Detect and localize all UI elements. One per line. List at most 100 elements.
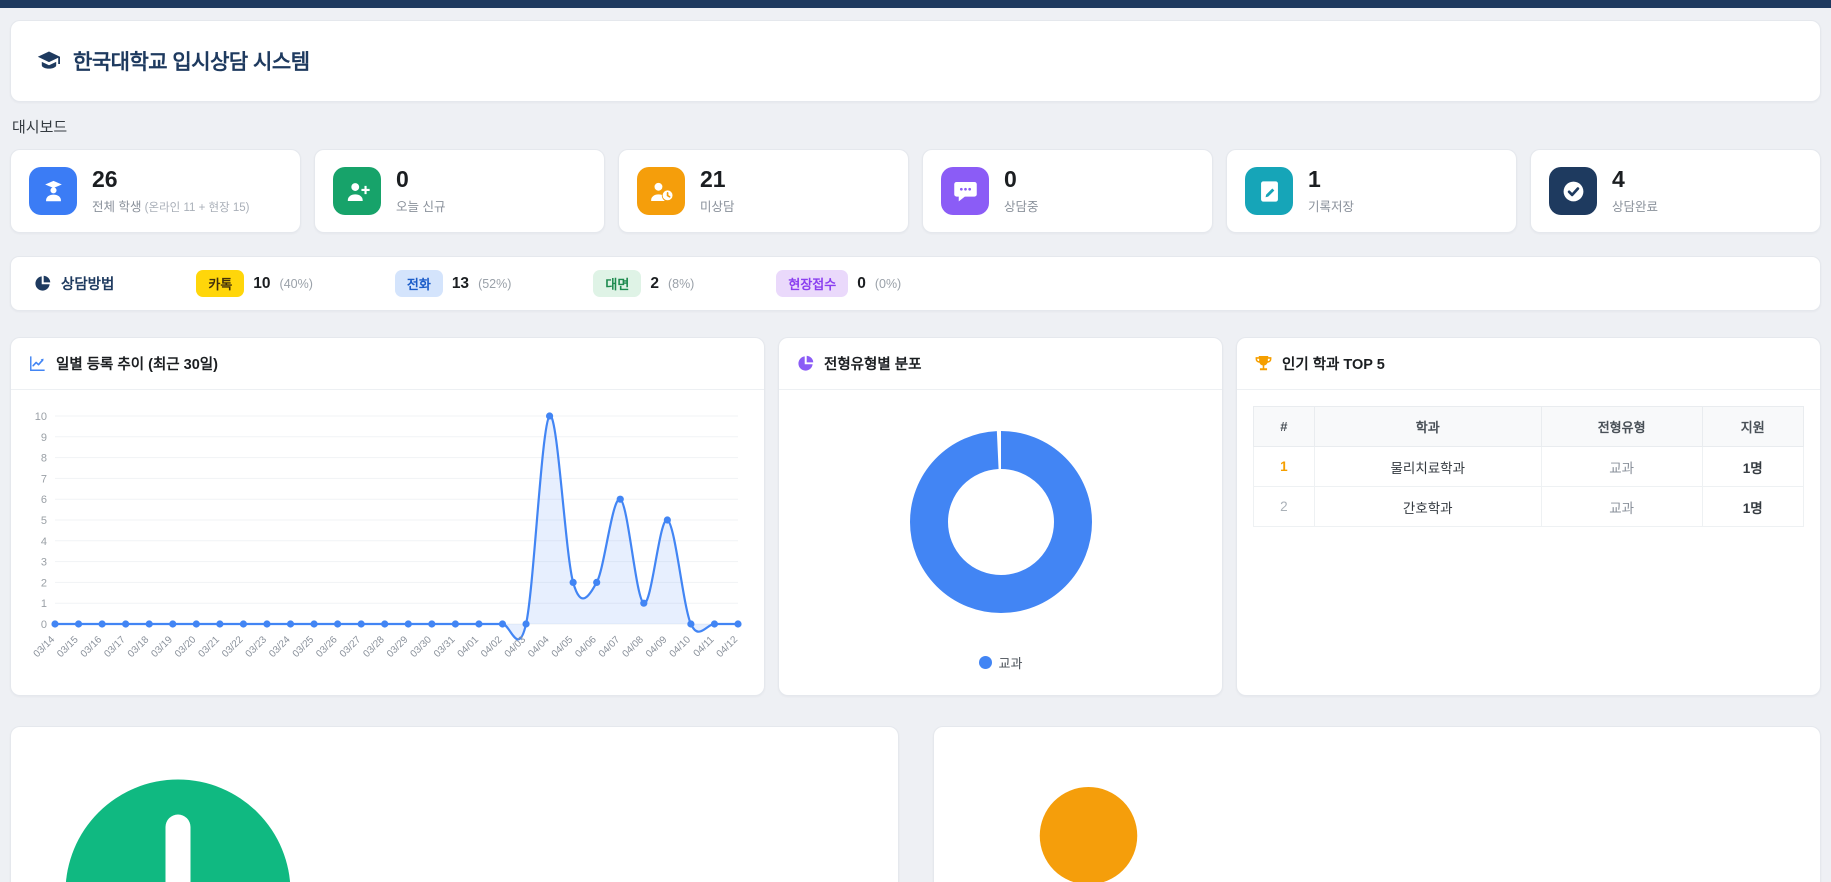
method-badge: 카톡: [196, 270, 244, 297]
column-header: 학과: [1314, 407, 1541, 447]
stat-icon-box: [1245, 167, 1293, 215]
consult-method-items: 카톡10(40%)전화13(52%)대면2(8%)현장접수0(0%): [196, 270, 901, 297]
svg-text:03/26: 03/26: [314, 634, 340, 660]
method-percent: (40%): [280, 277, 313, 291]
admission-type-cell: 교과: [1541, 447, 1702, 487]
svg-text:04/03: 04/03: [503, 634, 529, 660]
svg-text:04/09: 04/09: [644, 634, 670, 660]
graduation-student-icon: [40, 178, 67, 205]
user-plus-icon: [344, 178, 371, 205]
department-cell: 간호학과: [1314, 487, 1541, 527]
donut: [851, 406, 1151, 643]
svg-text:03/15: 03/15: [55, 634, 81, 660]
stat-label: 오늘 신규: [396, 196, 445, 215]
svg-text:6: 6: [41, 494, 47, 506]
recent-students-header: 최근 등록 학생 ( 26 명) 전체보기 →: [11, 727, 898, 882]
consult-method-bar: 상담방법 카톡10(40%)전화13(52%)대면2(8%)현장접수0(0%): [10, 256, 1821, 311]
svg-text:7: 7: [41, 474, 47, 486]
column-header: 지원: [1702, 407, 1803, 447]
recent-students-card: 최근 등록 학생 ( 26 명) 전체보기 → #이름고등학교관심전형제출일상태…: [10, 726, 899, 882]
charts-row: 일별 등록 추이 (최근 30일) 01234567891003/1403/15…: [10, 337, 1821, 696]
top-accent-bar: [0, 0, 1831, 8]
donut-legend: 교과: [979, 653, 1023, 672]
stat-icon-box: [637, 167, 685, 215]
method-percent: (52%): [478, 277, 511, 291]
method-count: 0: [857, 275, 866, 293]
admission-type-cell: 교과: [1541, 487, 1702, 527]
method-count: 10: [253, 275, 270, 293]
svg-text:5: 5: [41, 515, 47, 527]
daily-trend-title: 일별 등록 추이 (최근 30일): [56, 353, 218, 374]
table-body: 1물리치료학과교과1명2간호학과교과1명: [1254, 447, 1804, 527]
consult-method-label: 상담방법: [61, 273, 114, 294]
svg-text:04/07: 04/07: [597, 634, 623, 660]
svg-text:04/05: 04/05: [550, 634, 576, 660]
stat-label: 미상담: [700, 196, 735, 215]
svg-text:04/06: 04/06: [573, 634, 599, 660]
svg-text:03/22: 03/22: [220, 634, 246, 660]
svg-text:03/24: 03/24: [267, 634, 293, 660]
column-header: #: [1254, 407, 1315, 447]
dashboard-page: 한국대학교 입시상담 시스템 대시보드 26전체 학생 (온라인 11 + 현장…: [0, 8, 1831, 882]
daily-trend-header: 일별 등록 추이 (최근 30일): [11, 338, 764, 390]
stat-card: 0상담중: [922, 149, 1213, 233]
rank-cell: 1: [1254, 447, 1315, 487]
admission-type-card: 전형유형별 분포 교과: [778, 337, 1223, 696]
svg-text:10: 10: [35, 411, 47, 423]
stat-label: 기록저장: [1308, 196, 1354, 215]
table-head: #학과전형유형지원: [1254, 407, 1804, 447]
column-header: 전형유형: [1541, 407, 1702, 447]
student-tables-row: 최근 등록 학생 ( 26 명) 전체보기 → #이름고등학교관심전형제출일상태…: [10, 726, 1821, 882]
stat-card: 0 오늘 신규: [314, 149, 605, 233]
stat-text: 0상담중: [1004, 167, 1039, 215]
table-row: 1물리치료학과교과1명: [1254, 447, 1804, 487]
chat-dots-icon: [952, 178, 979, 205]
stat-text: 4 상담완료: [1612, 167, 1658, 215]
svg-text:03/14: 03/14: [32, 634, 58, 660]
svg-text:03/21: 03/21: [197, 634, 223, 660]
stat-value: 1: [1308, 167, 1354, 192]
svg-text:04/02: 04/02: [479, 634, 505, 660]
stat-card: 4 상담완료: [1530, 149, 1821, 233]
method-percent: (0%): [875, 277, 901, 291]
method-badge: 현장접수: [776, 270, 848, 297]
stat-value: 26: [92, 167, 249, 192]
line-chart-icon: [28, 354, 47, 373]
svg-text:04/10: 04/10: [668, 634, 694, 660]
stat-card: 26 전체 학생 (온라인 11 + 현장 15): [10, 149, 301, 233]
admission-type-title: 전형유형별 분포: [824, 353, 921, 374]
stat-sublabel: (온라인 11 + 현장 15): [141, 202, 249, 214]
top5-title: 인기 학과 TOP 5: [1282, 353, 1385, 374]
svg-text:04/11: 04/11: [692, 634, 717, 659]
stat-text: 0 오늘 신규: [396, 167, 445, 215]
consult-method-item: 카톡 10 (40%): [196, 270, 313, 297]
stat-label: 상담완료: [1612, 196, 1658, 215]
stat-label: 전체 학생 (온라인 11 + 현장 15): [92, 196, 249, 215]
daily-trend-card: 일별 등록 추이 (최근 30일) 01234567891003/1403/15…: [10, 337, 765, 696]
top5-table: #학과전형유형지원1물리치료학과교과1명2간호학과교과1명: [1253, 406, 1804, 527]
top5-header: 인기 학과 TOP 5: [1237, 338, 1820, 390]
rank-cell: 2: [1254, 487, 1315, 527]
daily-trend-chart: 01234567891003/1403/1503/1603/1703/1803/…: [11, 390, 764, 695]
stat-value: 0: [396, 167, 445, 192]
person-icon: [951, 742, 1251, 882]
trophy-icon: [1254, 354, 1273, 373]
svg-text:03/31: 03/31: [432, 634, 458, 660]
stat-text: 21미상담: [700, 167, 735, 215]
stat-card: 21미상담: [618, 149, 909, 233]
svg-text:04/04: 04/04: [526, 634, 552, 660]
method-badge: 전화: [395, 270, 443, 297]
svg-text:2: 2: [41, 578, 47, 590]
stat-value: 4: [1612, 167, 1658, 192]
stat-icon-box: [1549, 167, 1597, 215]
table-row: 2간호학과교과1명: [1254, 487, 1804, 527]
graduation-cap-icon: [37, 49, 61, 73]
svg-text:04/08: 04/08: [620, 634, 646, 660]
method-count: 13: [452, 275, 469, 293]
svg-text:03/17: 03/17: [102, 634, 128, 660]
check-circle-icon: [1560, 178, 1587, 205]
svg-text:3: 3: [41, 557, 47, 569]
consult-method-item: 현장접수 0 (0%): [776, 270, 901, 297]
stat-card: 1 기록저장: [1226, 149, 1517, 233]
svg-text:9: 9: [41, 432, 47, 444]
